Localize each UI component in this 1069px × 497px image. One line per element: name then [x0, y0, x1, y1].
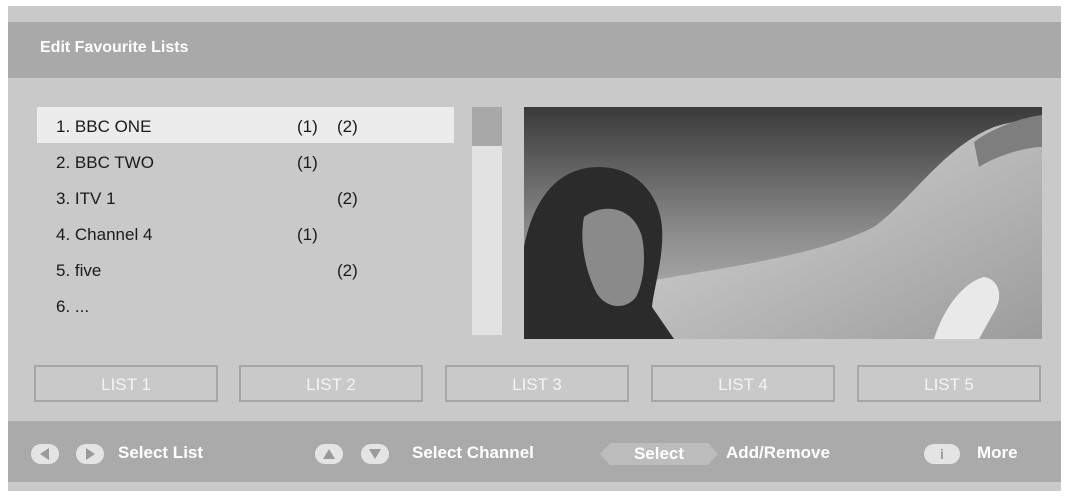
channel-list-1-marker: (1)	[297, 225, 318, 244]
channel-list-2-marker: (2)	[337, 189, 358, 208]
add-remove-label: Add/Remove	[726, 443, 830, 462]
select-list-label: Select List	[118, 443, 204, 462]
tab-list-2[interactable]: LIST 2	[239, 365, 423, 402]
channel-row-6[interactable]: 6. ...	[37, 287, 454, 323]
channel-list-1-marker: (1)	[297, 117, 318, 136]
channel-row-1[interactable]: 1. BBC ONE (1) (2)	[37, 107, 454, 143]
triangle-left-icon[interactable]	[31, 444, 59, 464]
tab-list-3[interactable]: LIST 3	[445, 365, 629, 402]
channel-name: 2. BBC TWO	[56, 153, 154, 172]
triangle-down-icon[interactable]	[361, 444, 389, 464]
header-bar: Edit Favourite Lists	[8, 22, 1061, 78]
channel-name: 4. Channel 4	[56, 225, 153, 244]
scrollbar-thumb[interactable]	[472, 107, 502, 146]
channel-name: 6. ...	[56, 297, 90, 316]
channel-preview-image	[524, 107, 1042, 339]
page-title: Edit Favourite Lists	[40, 39, 189, 56]
triangle-right-icon[interactable]	[76, 444, 104, 464]
channel-name: 5. five	[56, 261, 102, 280]
more-label: More	[977, 443, 1018, 462]
channel-list-2-marker: (2)	[337, 117, 358, 136]
channel-name: 1. BBC ONE	[56, 117, 152, 136]
info-key-icon[interactable]: i	[924, 444, 960, 464]
channel-row-2[interactable]: 2. BBC TWO (1)	[37, 143, 454, 179]
channel-row-5[interactable]: 5. five (2)	[37, 251, 454, 287]
channel-name: 3. ITV 1	[56, 189, 116, 208]
tab-list-1[interactable]: LIST 1	[34, 365, 218, 402]
tab-list-4[interactable]: LIST 4	[651, 365, 835, 402]
select-key-label: Select	[633, 444, 685, 463]
channel-list: 1. BBC ONE (1) (2) 2. BBC TWO (1) 3. ITV…	[37, 107, 454, 323]
select-key[interactable]: Select	[600, 443, 718, 465]
select-channel-label: Select Channel	[412, 443, 534, 462]
channel-row-4[interactable]: 4. Channel 4 (1)	[37, 215, 454, 251]
tab-list-5[interactable]: LIST 5	[857, 365, 1041, 402]
channel-list-1-marker: (1)	[297, 153, 318, 172]
preview-photo	[524, 107, 1042, 339]
channel-list-2-marker: (2)	[337, 261, 358, 280]
triangle-up-icon[interactable]	[315, 444, 343, 464]
channel-row-3[interactable]: 3. ITV 1 (2)	[37, 179, 454, 215]
